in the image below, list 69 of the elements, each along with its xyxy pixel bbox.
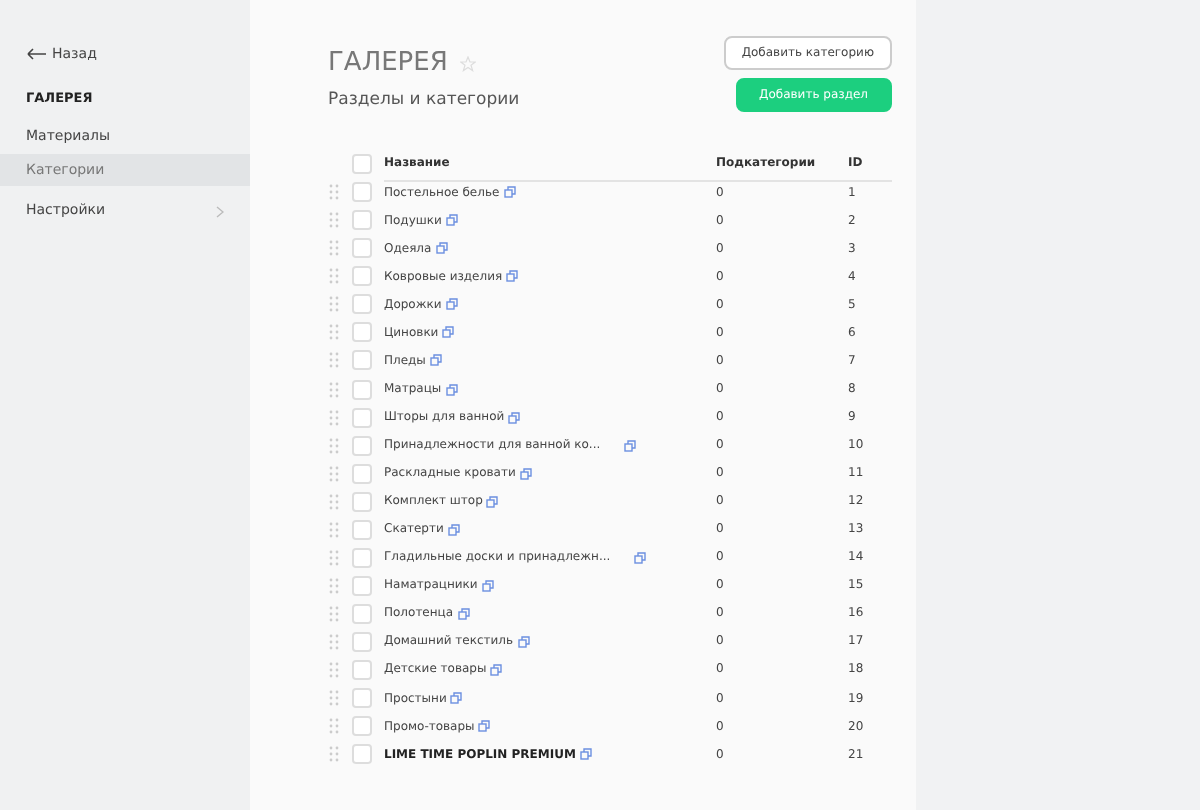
link-icon [506, 270, 519, 283]
link-icon [519, 467, 532, 480]
row-checkbox[interactable] [352, 716, 372, 737]
drag-handle-icon[interactable] [328, 352, 340, 369]
drag-handle-icon[interactable] [328, 437, 340, 454]
page-title: ГАЛЕРЕЯ [328, 46, 448, 82]
drag-handle-icon[interactable] [328, 690, 340, 707]
drag-handle-icon[interactable] [328, 605, 340, 622]
link-icon [445, 214, 458, 227]
link-icon [435, 242, 448, 255]
drag-handle-icon[interactable] [328, 184, 340, 201]
row-checkbox[interactable] [352, 744, 372, 765]
page-subtitle: Разделы и категории [328, 88, 520, 115]
link-icon [517, 635, 530, 648]
row-checkbox[interactable] [352, 435, 372, 456]
row-checkbox[interactable] [352, 659, 372, 680]
drag-handle-icon[interactable] [328, 633, 340, 650]
link-icon [450, 692, 463, 705]
row-checkbox[interactable] [352, 238, 372, 259]
link-icon [503, 186, 516, 199]
star-icon[interactable] [459, 55, 476, 72]
row-checkbox[interactable] [352, 379, 372, 400]
row-checkbox[interactable] [352, 519, 372, 540]
drag-handle-icon[interactable] [328, 521, 340, 538]
drag-handle-icon[interactable] [328, 493, 340, 510]
link-icon [429, 354, 442, 367]
drag-handle-icon[interactable] [328, 296, 340, 313]
link-icon [624, 439, 637, 452]
drag-handle-icon[interactable] [328, 577, 340, 594]
back-arrow-icon [26, 48, 46, 61]
drag-handle-icon[interactable] [328, 718, 340, 735]
row-checkbox[interactable] [352, 463, 372, 484]
link-icon [442, 326, 455, 339]
link-icon [457, 607, 470, 620]
link-icon [579, 748, 592, 761]
drag-handle-icon[interactable] [328, 409, 340, 426]
row-checkbox[interactable] [352, 575, 372, 596]
row-checkbox[interactable] [352, 547, 372, 568]
row-checkbox[interactable] [352, 688, 372, 709]
link-icon [634, 551, 647, 564]
link-icon [447, 523, 460, 536]
row-checkbox[interactable] [352, 631, 372, 652]
row-checkbox[interactable] [352, 603, 372, 624]
row-checkbox[interactable] [352, 294, 372, 315]
link-icon [445, 298, 458, 311]
select-all-checkbox[interactable] [352, 154, 372, 175]
drag-handle-icon[interactable] [328, 268, 340, 285]
link-icon [490, 663, 503, 676]
row-checkbox[interactable] [352, 210, 372, 231]
row-checkbox[interactable] [352, 407, 372, 428]
drag-handle-icon[interactable] [328, 746, 340, 763]
drag-handle-icon[interactable] [328, 324, 340, 341]
drag-handle-icon[interactable] [328, 381, 340, 398]
link-icon [486, 495, 499, 508]
drag-handle-icon[interactable] [328, 240, 340, 257]
link-icon [481, 579, 494, 592]
link-icon [508, 411, 521, 424]
row-checkbox[interactable] [352, 182, 372, 203]
row-checkbox[interactable] [352, 350, 372, 371]
drag-handle-icon[interactable] [328, 549, 340, 566]
row-checkbox[interactable] [352, 322, 372, 343]
link-icon [445, 383, 458, 396]
drag-handle-icon[interactable] [328, 465, 340, 482]
link-icon [478, 720, 491, 733]
row-checkbox[interactable] [352, 266, 372, 287]
drag-handle-icon[interactable] [328, 661, 340, 678]
drag-handle-icon[interactable] [328, 212, 340, 229]
chevron-icon [216, 205, 224, 217]
row-checkbox[interactable] [352, 491, 372, 512]
